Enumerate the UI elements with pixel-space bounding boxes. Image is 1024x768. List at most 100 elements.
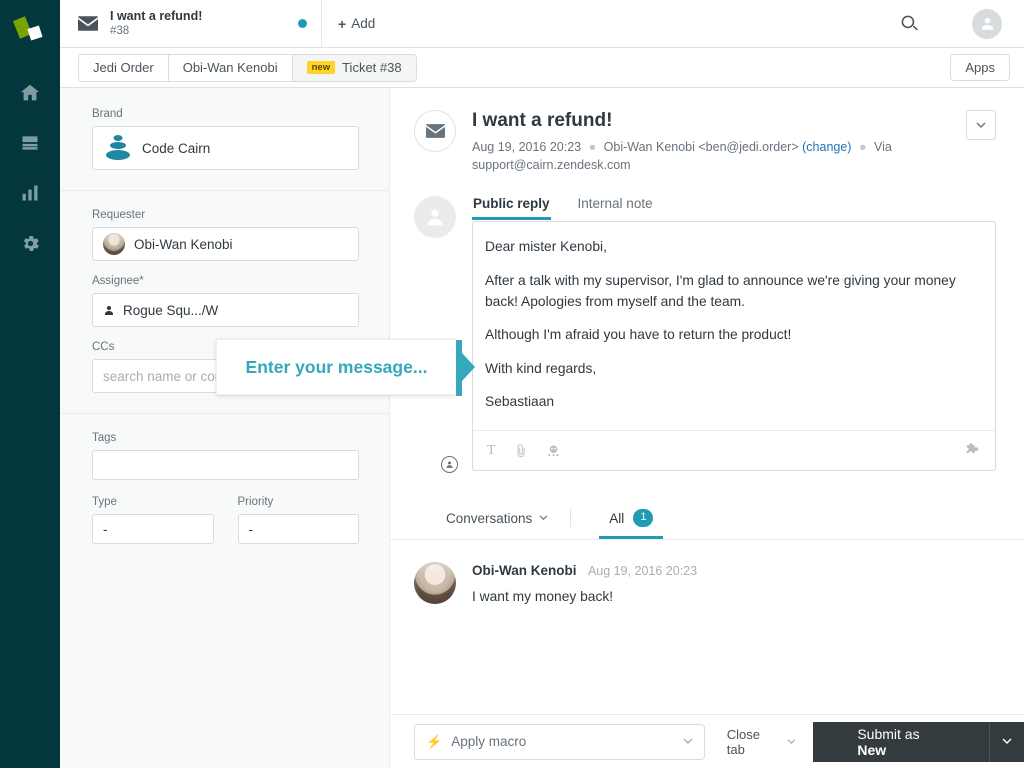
chevron-down-icon [539,515,548,521]
submit-dropdown-button[interactable] [988,721,1024,762]
ticket-body: Brand Code Cairn Requester Obi-Wan Kenob… [60,88,1024,768]
tab-group: Jedi Order Obi-Wan Kenobi new Ticket #38 [78,53,417,82]
meta-separator: ● [588,140,597,154]
close-tab-label: Close tab [726,726,761,757]
apply-macro-select[interactable]: ⚡ Apply macro [414,723,705,760]
type-field: Type - [92,496,214,544]
chevron-down-icon [976,122,986,128]
via-label: Via [874,140,892,154]
views-icon[interactable] [0,118,60,168]
apply-macro-label: Apply macro [451,734,527,749]
assignee-field: Assignee* Rogue Squ.../W [92,275,359,327]
pane-divider [60,190,389,191]
reply-editor[interactable]: Dear mister Kenobi, After a talk with my… [472,221,996,472]
ticket-header: I want a refund! Aug 19, 2016 20:23 ● Ob… [390,88,1024,192]
conversations-bar: Conversations All 1 [390,489,1024,541]
comment-header: Obi-Wan Kenobi Aug 19, 2016 20:23 [472,562,697,580]
zendesk-agent-window: I want a refund! #38 + Add Jedi Order Ob… [0,0,1024,768]
assignee-label: Assignee* [92,275,144,287]
reply-textarea[interactable]: Dear mister Kenobi, After a talk with my… [473,222,995,430]
submit-prefix: Submit as [857,725,920,742]
home-icon[interactable] [0,68,60,118]
type-label: Type [92,496,117,508]
add-tab-button[interactable]: + Add [322,0,391,47]
conversations-label: Conversations [446,510,533,526]
comment-body: Obi-Wan Kenobi Aug 19, 2016 20:23 I want… [472,562,697,604]
page-title: I want a refund! [472,110,613,131]
close-tab-button[interactable]: Close tab [727,727,796,757]
pane-divider-2 [60,413,389,414]
search-icon[interactable] [900,14,919,33]
tags-input[interactable] [92,450,359,480]
reply-paragraph: Dear mister Kenobi, [485,239,607,255]
text-format-glyph: T [487,442,496,458]
meta-separator-2: ● [858,140,867,154]
comment-date: Aug 19, 2016 20:23 [587,564,698,579]
ticket-card-title: I want a refund! [110,9,203,24]
top-bar: I want a refund! #38 + Add [60,0,1024,48]
bolt-icon: ⚡ [426,733,443,749]
reporting-icon[interactable] [0,168,60,218]
unread-dot-icon [298,19,307,28]
priority-select[interactable]: - [237,514,359,544]
comment-text: I want my money back! [472,589,614,605]
reply-paragraph: With kind regards, [485,360,597,376]
tab-internal-note[interactable]: Internal note [577,192,654,220]
requester-value: Obi-Wan Kenobi [134,236,233,252]
submit-button-group: Submit as New [813,721,1024,762]
tab-ticket-38[interactable]: new Ticket #38 [292,54,416,81]
bar-divider [570,509,572,528]
tab-label: Ticket #38 [342,60,402,75]
global-nav-rail [0,0,60,768]
tab-all-conversations[interactable]: All 1 [599,509,663,539]
all-tab-label: All [609,510,625,526]
change-requester-link[interactable]: (change) [802,140,851,154]
via-value: support@cairn.zendesk.com [472,158,631,173]
text-format-icon[interactable]: T [487,443,496,459]
tab-label: Jedi Order [93,60,154,75]
callout-arrow-icon [462,353,475,381]
ticket-options-button[interactable] [966,110,996,140]
tab-obi-wan-kenobi[interactable]: Obi-Wan Kenobi [168,54,293,81]
chevron-down-icon [1002,738,1012,744]
brand-value: Code Cairn [142,140,211,156]
reply-paragraph: Although I'm afraid you have to return t… [485,327,792,343]
type-select[interactable]: - [92,514,214,544]
requester-select[interactable]: Obi-Wan Kenobi [92,227,359,261]
type-priority-row: Type - Priority - [92,496,359,544]
brand-select[interactable]: Code Cairn [92,126,359,170]
cairn-logo-icon [103,133,133,163]
brand-field: Brand Code Cairn [92,108,359,170]
active-ticket-card[interactable]: I want a refund! #38 [60,0,322,47]
tags-field: Tags [92,432,359,480]
submit-button[interactable]: Submit as New [813,726,989,758]
emoji-icon[interactable] [546,443,561,458]
attachment-paperclip-icon[interactable] [514,443,528,459]
requester-label: Requester [92,209,146,221]
ticket-header-text: I want a refund! Aug 19, 2016 20:23 ● Ob… [472,110,950,174]
add-tab-label: Add [351,16,376,31]
apps-button[interactable]: Apps [950,54,1010,81]
comment-item: Obi-Wan Kenobi Aug 19, 2016 20:23 I want… [390,540,1024,605]
priority-label: Priority [237,496,274,508]
reply-paragraph: After a talk with my supervisor, I'm gla… [485,272,956,309]
commenter-avatar [414,562,456,605]
submit-state: New [857,741,887,758]
channel-tabs: Public reply Internal note [472,192,996,221]
user-avatar[interactable] [972,8,1002,39]
reply-paragraph: Sebastiaan [485,394,555,410]
tab-jedi-order[interactable]: Jedi Order [79,54,169,81]
conversation-count-badge: 1 [633,509,654,528]
public-reply-badge-icon [441,456,458,474]
assignee-select[interactable]: Rogue Squ.../W [92,293,359,327]
apps-puzzle-icon[interactable] [964,442,981,459]
envelope-icon [78,16,98,31]
chevron-down-icon [787,738,795,744]
channel-envelope-icon [414,110,456,152]
tab-public-reply[interactable]: Public reply [472,192,551,220]
admin-gear-icon[interactable] [0,218,60,268]
ticket-properties-pane: Brand Code Cairn Requester Obi-Wan Kenob… [60,88,390,768]
ticket-requester: Obi-Wan Kenobi <ben@jedi.order> [603,140,799,154]
conversations-filter[interactable]: Conversations [414,511,570,538]
priority-value: - [248,521,254,537]
